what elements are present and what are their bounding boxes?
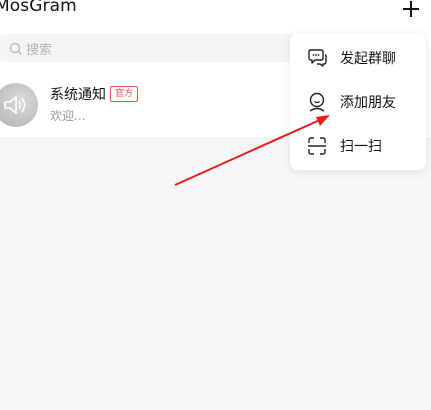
annotation-arrow: [174, 115, 330, 186]
app-screen: MosGram 搜索 系统通知 官方 欢迎... 发起群聊 添加朋友 扫一扫: [0, 0, 431, 410]
